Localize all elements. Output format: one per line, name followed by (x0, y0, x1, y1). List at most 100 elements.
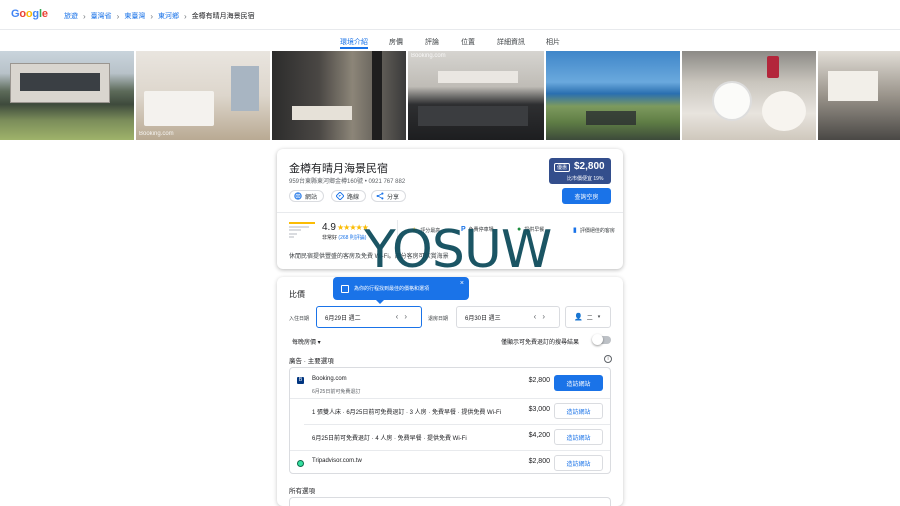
date-tooltip: 為你的行程找到最佳的價格和選項 × (333, 277, 469, 300)
breadcrumb-township[interactable]: 東河鄉 (158, 11, 179, 21)
tooltip-text: 為你的行程找到最佳的價格和選項 (354, 286, 430, 292)
website-button[interactable]: 網站 (289, 190, 325, 202)
deal-price-note: 比市價便宜 19% (567, 176, 604, 182)
photo-breakfast[interactable] (682, 51, 816, 140)
review-count-link[interactable]: (268 則評論) (338, 235, 366, 241)
chevron-right-icon: › (83, 11, 86, 21)
booking-logo-icon: B (297, 377, 304, 384)
photo-bedroom[interactable]: Booking.com (136, 51, 270, 140)
visit-site-button[interactable]: 造訪網站 (554, 429, 603, 445)
directions-button-label: 路線 (347, 194, 360, 201)
offer-provider[interactable]: Booking.com (312, 376, 347, 382)
breadcrumb: 旅遊 › 臺灣省 › 東臺灣 › 東河鄉 › 金樽有晴月海景民宿 (64, 11, 255, 21)
directions-button[interactable]: 路線 (331, 190, 367, 202)
google-logo[interactable]: Google (11, 8, 48, 20)
calendar-icon (341, 284, 349, 293)
share-button[interactable]: 分享 (371, 190, 407, 202)
tab-location[interactable]: 位置 (461, 37, 475, 47)
tab-details[interactable]: 詳細資訊 (497, 37, 525, 47)
rating-word: 非常好 (322, 235, 338, 241)
free-cancel-toggle[interactable] (592, 334, 611, 345)
date-nav-arrows[interactable]: ‹› (534, 312, 551, 321)
photo-exterior[interactable] (0, 51, 134, 140)
website-button-label: 網站 (305, 194, 318, 201)
checkin-date-field[interactable]: 6月29日 週二 ‹› (316, 306, 422, 328)
date-nav-arrows[interactable]: ‹› (396, 312, 413, 321)
offer-divider (304, 424, 610, 425)
tab-reviews[interactable]: 評論 (425, 37, 439, 47)
photo-strip: Booking.com Booking.com (0, 51, 900, 140)
photo-lobby[interactable] (818, 51, 900, 140)
tripadvisor-logo-icon (297, 460, 304, 467)
chevron-right-icon: › (184, 11, 187, 21)
checkin-date-value: 6月29日 週二 (325, 315, 361, 322)
breadcrumb-travel[interactable]: 旅遊 (64, 11, 78, 21)
offer-price: $3,000 (528, 406, 550, 413)
visit-site-button[interactable]: 造訪網站 (554, 455, 603, 471)
directions-icon (335, 191, 345, 201)
top-bar: Google 旅遊 › 臺灣省 › 東臺灣 › 東河鄉 › 金樽有晴月海景民宿 (0, 0, 900, 30)
tab-photos[interactable]: 相片 (546, 37, 560, 47)
guests-selector[interactable]: 👤 二 ▾ (565, 306, 611, 328)
checkout-label: 退房日期 (428, 316, 449, 322)
rating-label: 非常好 (268 則評論) (322, 234, 366, 241)
photo-watermark: Booking.com (139, 131, 174, 137)
offer-cancellation-note: 6月25日前可免費退訂 (312, 389, 361, 395)
offer-divider (290, 398, 610, 399)
amenity-rooms: ▮ 評價絕佳的客房 (573, 226, 621, 234)
offer-price: $2,800 (528, 458, 550, 465)
photo-watermark: Booking.com (411, 53, 446, 59)
all-options-heading: 所有選項 (289, 488, 315, 495)
price-comparison-section: 比價 為你的行程找到最佳的價格和選項 × 入住日期 6月29日 週二 ‹› 退房… (277, 277, 623, 506)
guests-value: 二 (586, 315, 593, 322)
offer-price: $4,200 (528, 432, 550, 439)
nightly-price-dropdown[interactable]: 每晚房價 ▾ (292, 337, 321, 346)
featured-offers-list: B Booking.com 6月25日前可免費退訂 $2,800 造訪網站 1 … (289, 367, 611, 474)
rating-score: 4.9 (322, 222, 336, 233)
deal-price-box[interactable]: 優惠 $2,800 比市價便宜 19% (549, 158, 611, 184)
breadcrumb-region[interactable]: 東臺灣 (124, 11, 145, 21)
share-icon (376, 192, 384, 200)
checkout-date-value: 6月30日 週三 (465, 315, 501, 322)
photo-bathroom[interactable] (272, 51, 406, 140)
tab-overview[interactable]: 環境介紹 (340, 37, 368, 47)
visit-site-button[interactable]: 造訪網站 (554, 375, 603, 391)
amenity-label: 評價絕佳的客房 (579, 227, 615, 234)
tooltip-arrow (375, 299, 385, 304)
thermometer-icon: ▮ (573, 227, 577, 234)
card-divider (277, 212, 623, 213)
offer-price: $2,800 (528, 377, 550, 384)
chevron-down-icon: ▾ (597, 314, 601, 320)
deal-badge: 優惠 (554, 163, 571, 172)
info-icon[interactable]: i (604, 355, 612, 363)
price-section-title: 比價 (289, 290, 305, 299)
active-tab-indicator (340, 47, 368, 49)
chevron-right-icon: › (150, 11, 154, 21)
offer-provider[interactable]: Tripadvisor.com.tw (312, 458, 362, 464)
breadcrumb-hotel: 金樽有晴月海景民宿 (191, 13, 255, 20)
check-availability-button[interactable]: 查詢空房 (562, 188, 611, 204)
tab-prices[interactable]: 房價 (389, 37, 403, 47)
person-icon: 👤 (574, 314, 583, 321)
featured-options-heading: 廣告 · 主要選項 (289, 358, 334, 365)
all-options-list (289, 497, 611, 506)
hotel-tabs: 環境介紹 房價 評論 位置 詳細資訊 相片 (0, 31, 900, 49)
visit-site-button[interactable]: 造訪網站 (554, 403, 603, 419)
chevron-right-icon: › (116, 11, 120, 21)
breadcrumb-province[interactable]: 臺灣省 (91, 11, 112, 21)
rating-distribution-graph (289, 222, 315, 240)
hotel-address: 959台東縣東河鄉金樽160號 • 0921 767 882 (289, 179, 406, 185)
checkin-label: 入住日期 (289, 316, 310, 322)
globe-icon (294, 192, 302, 200)
offer-divider (290, 450, 610, 451)
photo-dining[interactable]: Booking.com (408, 51, 544, 140)
share-button-label: 分享 (387, 194, 400, 201)
hotel-name: 金樽有晴月海景民宿 (289, 163, 388, 175)
free-cancel-filter-label: 僅顯示可免費退訂的搜尋結果 (501, 340, 580, 346)
room-offer-description: 6月25日前可免費退訂 · 4 人房 · 免費早餐 · 提供免費 Wi-Fi (312, 436, 467, 442)
close-icon[interactable]: × (460, 280, 464, 287)
yosuw-watermark: YOSUW (364, 220, 552, 280)
room-offer-description: 1 張雙人床 · 6月25日前可免費退訂 · 3 人房 · 免費早餐 · 提供免… (312, 410, 502, 416)
checkout-date-field[interactable]: 6月30日 週三 ‹› (456, 306, 560, 328)
photo-sea-view[interactable] (546, 51, 680, 140)
